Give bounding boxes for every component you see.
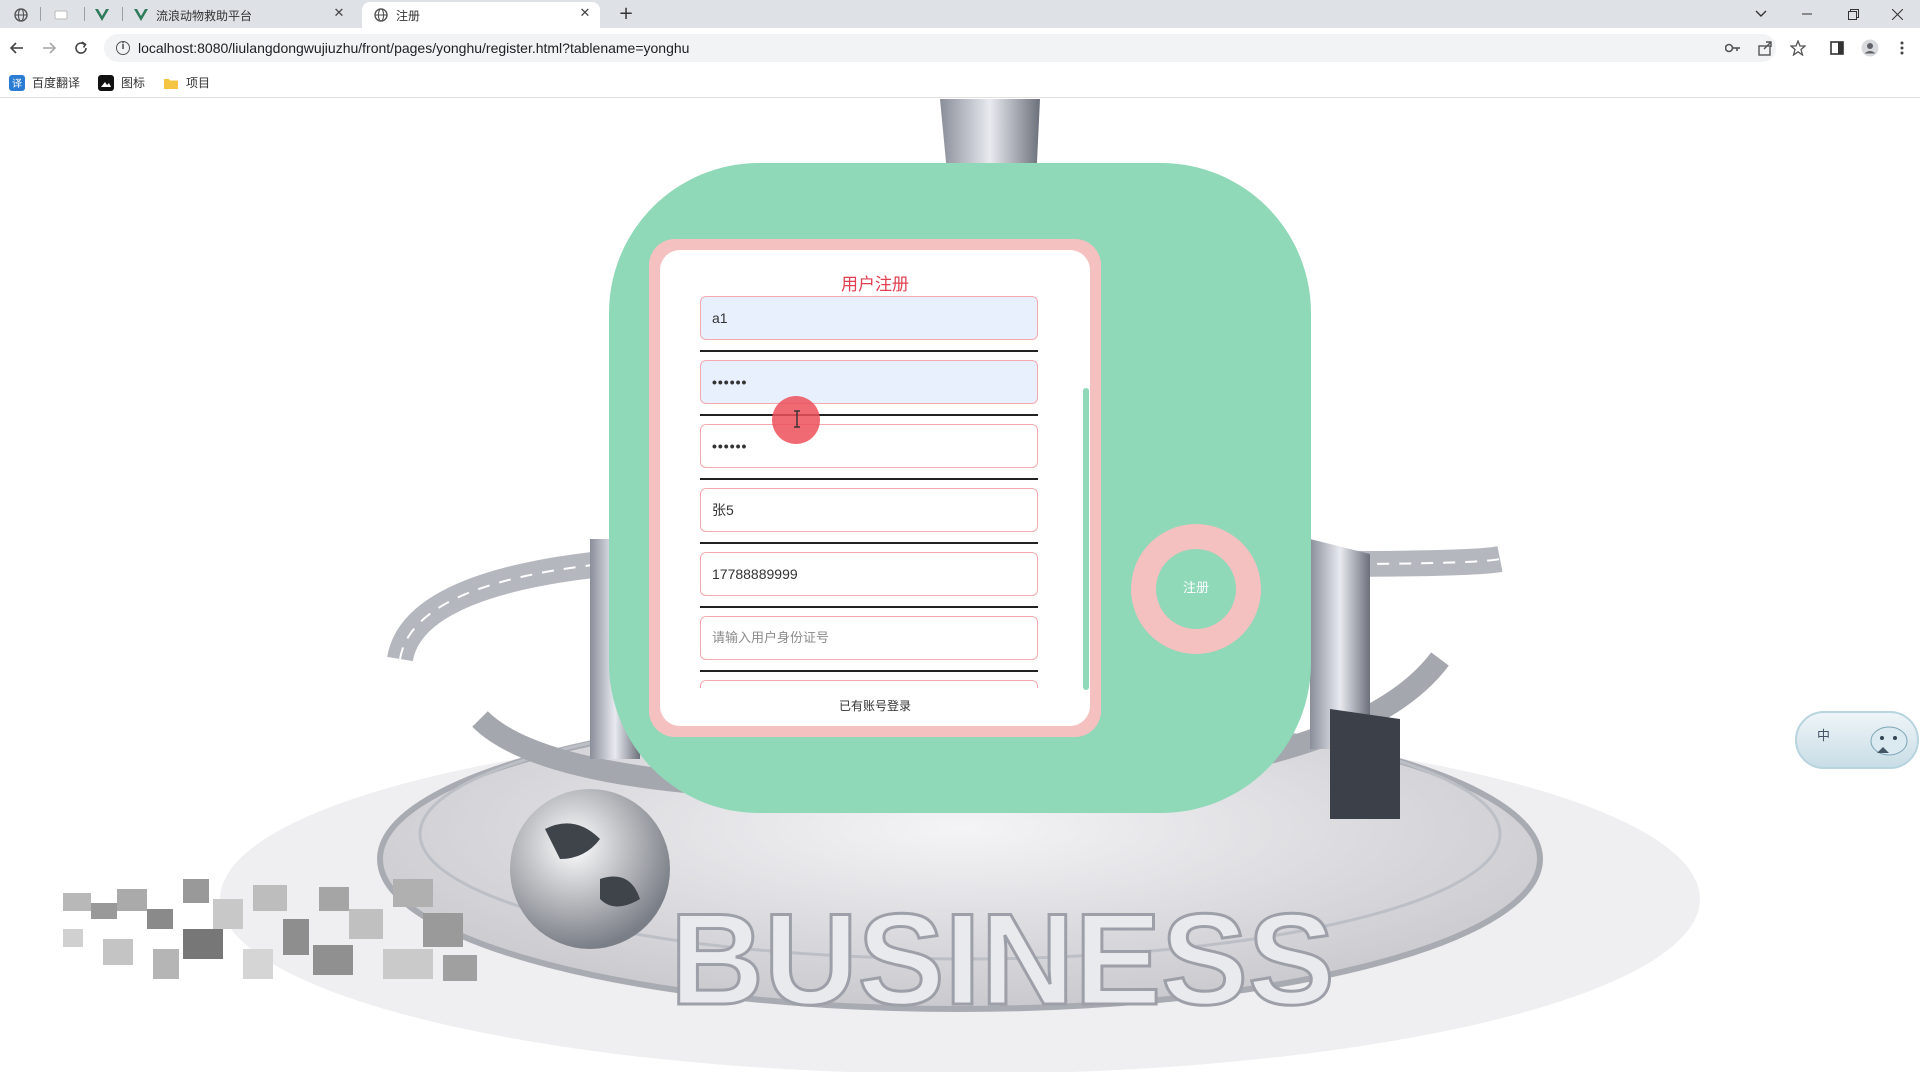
reload-icon[interactable]: [69, 36, 93, 60]
restore-button[interactable]: [1830, 0, 1876, 28]
text-cursor-icon: [794, 410, 800, 428]
close-icon[interactable]: ✕: [578, 7, 592, 21]
folder-icon: [163, 75, 179, 91]
menu-dots-icon[interactable]: [1892, 38, 1912, 58]
tab-search-icon[interactable]: [1738, 0, 1784, 28]
id-card-input[interactable]: 请输入用户身份证号: [700, 616, 1038, 660]
field-divider: [700, 670, 1038, 672]
background-business-text: BUSINESS: [670, 886, 1335, 1032]
tab-title: 流浪动物救助平台: [156, 8, 253, 23]
site-info-icon[interactable]: i: [116, 41, 130, 55]
next-field-partial[interactable]: [700, 680, 1038, 688]
globe-icon: [374, 8, 388, 22]
form-scrollbar[interactable]: [1083, 388, 1089, 690]
forward-icon[interactable]: [37, 36, 61, 60]
ime-mode-label: 中: [1817, 729, 1831, 744]
profile-icon[interactable]: [1860, 38, 1880, 58]
bookmark-icons[interactable]: 图标: [98, 74, 145, 91]
tab-pinned-globe[interactable]: [14, 2, 32, 28]
field-divider: [700, 542, 1038, 544]
browser-toolbar: i localhost:8080/liulangdongwujiuzhu/fro…: [0, 28, 1920, 68]
field-divider: [700, 414, 1038, 416]
ime-widget[interactable]: 中: [1795, 711, 1919, 769]
bookmark-projects[interactable]: 项目: [163, 74, 210, 91]
real-name-input[interactable]: 张5: [700, 488, 1038, 532]
tab-register[interactable]: 注册 ✕: [362, 2, 600, 28]
confirm-password-input[interactable]: ••••••: [700, 424, 1038, 468]
address-bar[interactable]: i localhost:8080/liulangdongwujiuzhu/fro…: [104, 34, 1776, 62]
ime-mascot-icon: [1870, 726, 1908, 756]
bookmark-baidu-translate[interactable]: 译 百度翻译: [9, 74, 80, 91]
minimize-button[interactable]: [1784, 0, 1830, 28]
pixelated-watermark: [63, 879, 477, 981]
tab-bar: 流浪动物救助平台 ✕ 注册 ✕ +: [0, 0, 1920, 28]
tab-pinned-blank[interactable]: [54, 2, 72, 28]
vue-icon: [134, 8, 148, 22]
globe-icon: [14, 8, 28, 22]
url-text: localhost:8080/liulangdongwujiuzhu/front…: [138, 40, 690, 56]
username-input[interactable]: a1: [700, 296, 1038, 340]
tab-pinned-vue[interactable]: [95, 2, 113, 28]
translate-icon: 译: [9, 74, 25, 91]
register-button[interactable]: 注册: [1156, 549, 1236, 629]
password-input[interactable]: ••••••: [700, 360, 1038, 404]
field-divider: [700, 478, 1038, 480]
field-divider: [700, 606, 1038, 608]
blank-page-icon: [54, 8, 68, 22]
share-icon[interactable]: [1755, 38, 1775, 58]
form-title: 用户注册: [841, 275, 909, 295]
login-link[interactable]: 已有账号登录: [660, 697, 1090, 714]
bookmark-label: 项目: [186, 76, 211, 90]
image-icon: [98, 74, 114, 91]
field-divider: [700, 350, 1038, 352]
phone-input[interactable]: 17788889999: [700, 552, 1038, 596]
register-form: 用户注册 a1 •••••• •••••• 张5 17788889999 请输入…: [660, 250, 1090, 726]
key-icon[interactable]: [1723, 38, 1743, 58]
back-icon[interactable]: [5, 36, 29, 60]
tab-title: 注册: [396, 8, 421, 23]
close-icon[interactable]: ✕: [332, 7, 346, 21]
tab-rescue-platform[interactable]: 流浪动物救助平台 ✕: [132, 2, 354, 28]
vue-icon: [95, 8, 109, 22]
star-icon[interactable]: [1788, 38, 1808, 58]
new-tab-button[interactable]: +: [615, 3, 637, 25]
bookmark-label: 图标: [121, 76, 146, 90]
bookmarks-bar: 译 百度翻译 图标 项目: [0, 68, 1920, 98]
side-panel-icon[interactable]: [1827, 38, 1847, 58]
close-window-button[interactable]: [1874, 0, 1920, 28]
bookmark-label: 百度翻译: [32, 76, 81, 90]
